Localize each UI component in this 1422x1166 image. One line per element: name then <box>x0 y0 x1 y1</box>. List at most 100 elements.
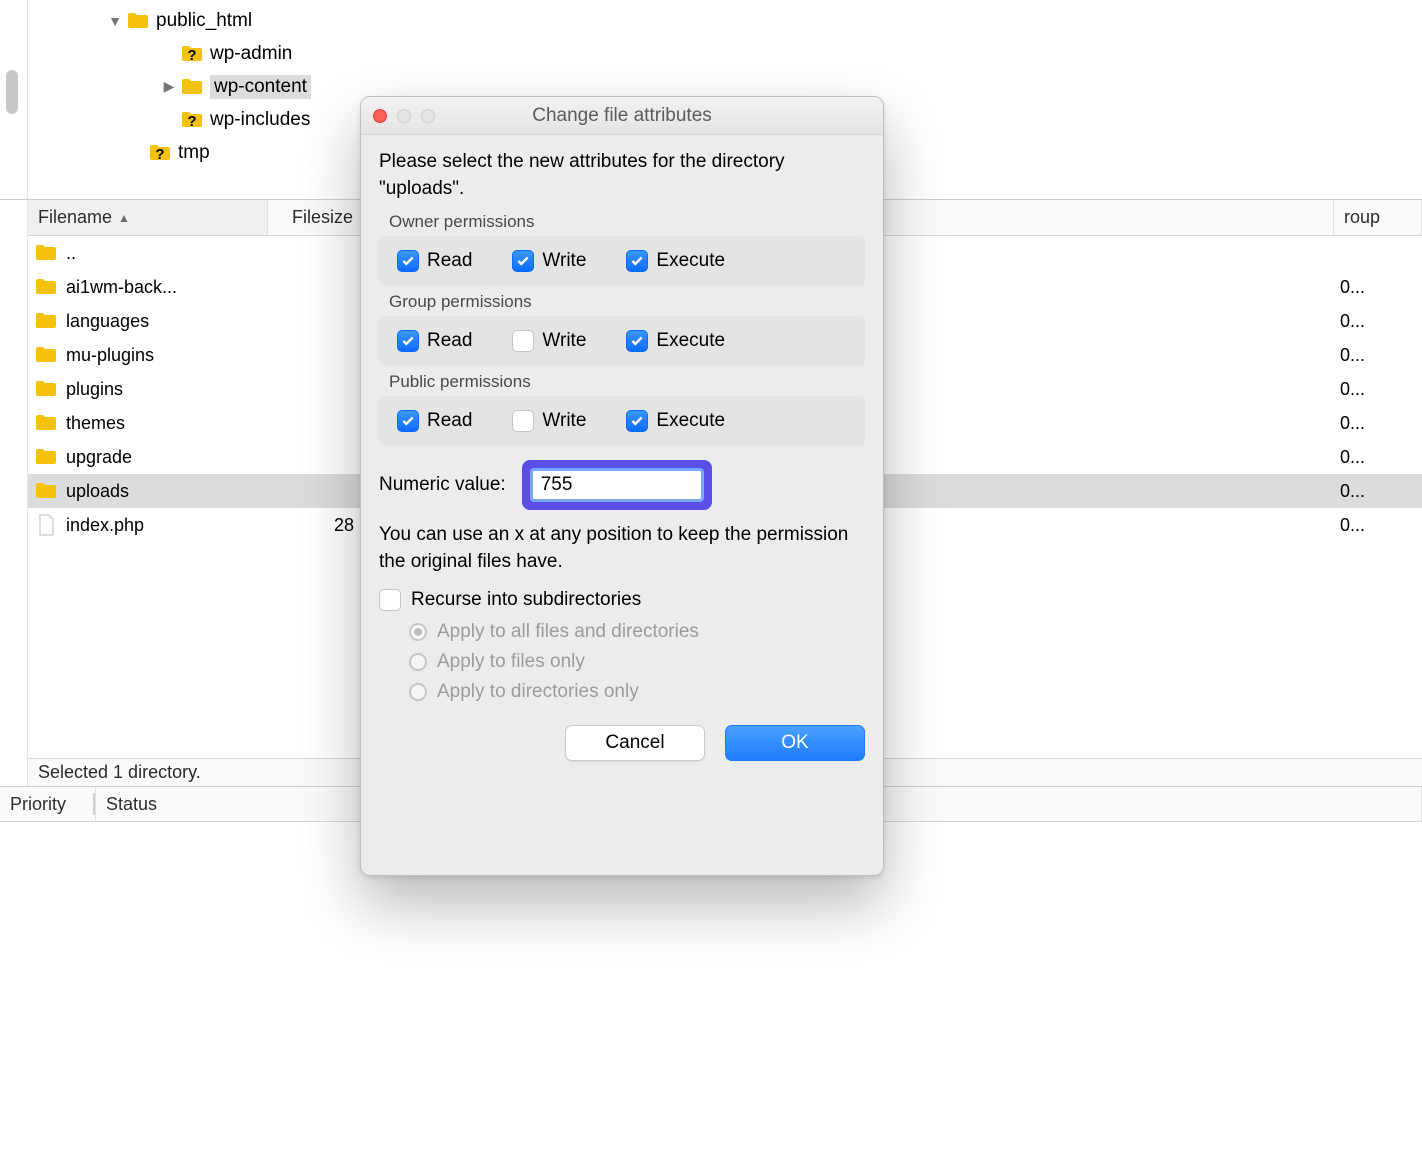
file-group: 0... <box>1334 345 1422 366</box>
file-group: 0... <box>1334 277 1422 298</box>
public-execute-item: Execute <box>626 410 725 432</box>
ok-button-label: OK <box>781 732 808 754</box>
group-execute-label: Execute <box>656 330 725 352</box>
folder-icon <box>34 309 58 333</box>
window-controls <box>373 109 435 123</box>
tree-scrollbar[interactable] <box>0 0 28 199</box>
file-name: uploads <box>66 481 129 502</box>
radio-apply-all-label: Apply to all files and directories <box>437 621 699 643</box>
column-group[interactable]: roup <box>1334 200 1422 235</box>
change-attributes-dialog: Change file attributes Please select the… <box>360 96 884 876</box>
group-execute-checkbox[interactable] <box>626 330 648 352</box>
group-permissions-label: Group permissions <box>389 292 865 312</box>
numeric-hint: You can use an x at any position to keep… <box>379 522 865 575</box>
sort-indicator-icon: ▲ <box>118 211 130 225</box>
folder-icon <box>34 241 58 265</box>
column-group-label: roup <box>1344 207 1380 228</box>
tree-expand-icon[interactable] <box>108 13 122 29</box>
radio-apply-files: Apply to files only <box>409 651 865 673</box>
file-group: 0... <box>1334 413 1422 434</box>
file-group: 0... <box>1334 481 1422 502</box>
cancel-button-label: Cancel <box>605 732 664 754</box>
radio-apply-dirs-label: Apply to directories only <box>437 681 639 703</box>
public-permissions-label: Public permissions <box>389 372 865 392</box>
radio-apply-all: Apply to all files and directories <box>409 621 865 643</box>
public-read-checkbox[interactable] <box>397 410 419 432</box>
tree-expand-icon[interactable] <box>162 78 176 95</box>
group-read-item: Read <box>397 330 472 352</box>
file-group: 0... <box>1334 311 1422 332</box>
group-execute-item: Execute <box>626 330 725 352</box>
owner-read-item: Read <box>397 250 472 272</box>
queue-column-priority[interactable]: Priority <box>0 787 96 821</box>
numeric-value-label: Numeric value: <box>379 474 506 496</box>
recurse-label: Recurse into subdirectories <box>411 589 641 611</box>
tree-item[interactable]: wp-admin <box>0 37 1422 70</box>
folder-icon <box>34 275 58 299</box>
folder-icon <box>34 343 58 367</box>
tree-scrollbar-thumb[interactable] <box>6 70 18 114</box>
radio-apply-all-button <box>409 623 427 641</box>
group-write-item: Write <box>512 330 586 352</box>
dialog-titlebar[interactable]: Change file attributes <box>361 97 883 135</box>
owner-write-item: Write <box>512 250 586 272</box>
public-permissions-box: Read Write Execute <box>379 396 865 446</box>
tree-item-label: public_html <box>156 10 252 32</box>
column-filesize[interactable]: Filesize <box>268 200 364 235</box>
cancel-button[interactable]: Cancel <box>565 725 705 761</box>
column-filename-label: Filename <box>38 207 112 228</box>
owner-permissions-label: Owner permissions <box>389 212 865 232</box>
pane-splitter[interactable] <box>0 200 28 786</box>
column-filename[interactable]: Filename ▲ <box>28 200 268 235</box>
owner-read-checkbox[interactable] <box>397 250 419 272</box>
tree-item-label: wp-admin <box>210 43 292 65</box>
recurse-checkbox[interactable] <box>379 589 401 611</box>
public-write-checkbox[interactable] <box>512 410 534 432</box>
radio-apply-files-button <box>409 653 427 671</box>
owner-execute-checkbox[interactable] <box>626 250 648 272</box>
folder-icon <box>180 75 204 99</box>
tree-item-label: wp-content <box>210 75 311 99</box>
numeric-value-input[interactable] <box>530 468 704 502</box>
file-name: themes <box>66 413 125 434</box>
owner-execute-label: Execute <box>656 250 725 272</box>
folder-icon <box>34 411 58 435</box>
group-permissions-box: Read Write Execute <box>379 316 865 366</box>
tree-item[interactable]: public_html <box>0 4 1422 37</box>
minimize-button <box>397 109 411 123</box>
folder-icon <box>126 9 150 33</box>
folder-icon <box>34 479 58 503</box>
radio-apply-files-label: Apply to files only <box>437 651 585 673</box>
file-name: ai1wm-back... <box>66 277 177 298</box>
file-group: 0... <box>1334 515 1422 536</box>
group-write-checkbox[interactable] <box>512 330 534 352</box>
file-icon <box>34 513 58 537</box>
ok-button[interactable]: OK <box>725 725 865 761</box>
folder-icon <box>148 141 172 165</box>
dialog-title: Change file attributes <box>361 105 883 127</box>
owner-write-label: Write <box>542 250 586 272</box>
public-execute-label: Execute <box>656 410 725 432</box>
folder-icon <box>180 108 204 132</box>
file-name: upgrade <box>66 447 132 468</box>
file-name: index.php <box>66 515 144 536</box>
numeric-highlight <box>522 460 712 510</box>
folder-icon <box>34 377 58 401</box>
file-size: 28 <box>268 515 364 536</box>
file-group: 0... <box>1334 447 1422 468</box>
tree-item-label: tmp <box>178 142 210 164</box>
folder-icon <box>34 445 58 469</box>
group-read-checkbox[interactable] <box>397 330 419 352</box>
file-name: plugins <box>66 379 123 400</box>
status-text: Selected 1 directory. <box>38 762 201 783</box>
queue-priority-label: Priority <box>10 794 66 815</box>
public-write-label: Write <box>542 410 586 432</box>
public-execute-checkbox[interactable] <box>626 410 648 432</box>
tree-item-label: wp-includes <box>210 109 310 131</box>
file-name: mu-plugins <box>66 345 154 366</box>
close-button[interactable] <box>373 109 387 123</box>
recurse-radio-group: Apply to all files and directories Apply… <box>409 621 865 703</box>
group-read-label: Read <box>427 330 472 352</box>
group-write-label: Write <box>542 330 586 352</box>
owner-write-checkbox[interactable] <box>512 250 534 272</box>
